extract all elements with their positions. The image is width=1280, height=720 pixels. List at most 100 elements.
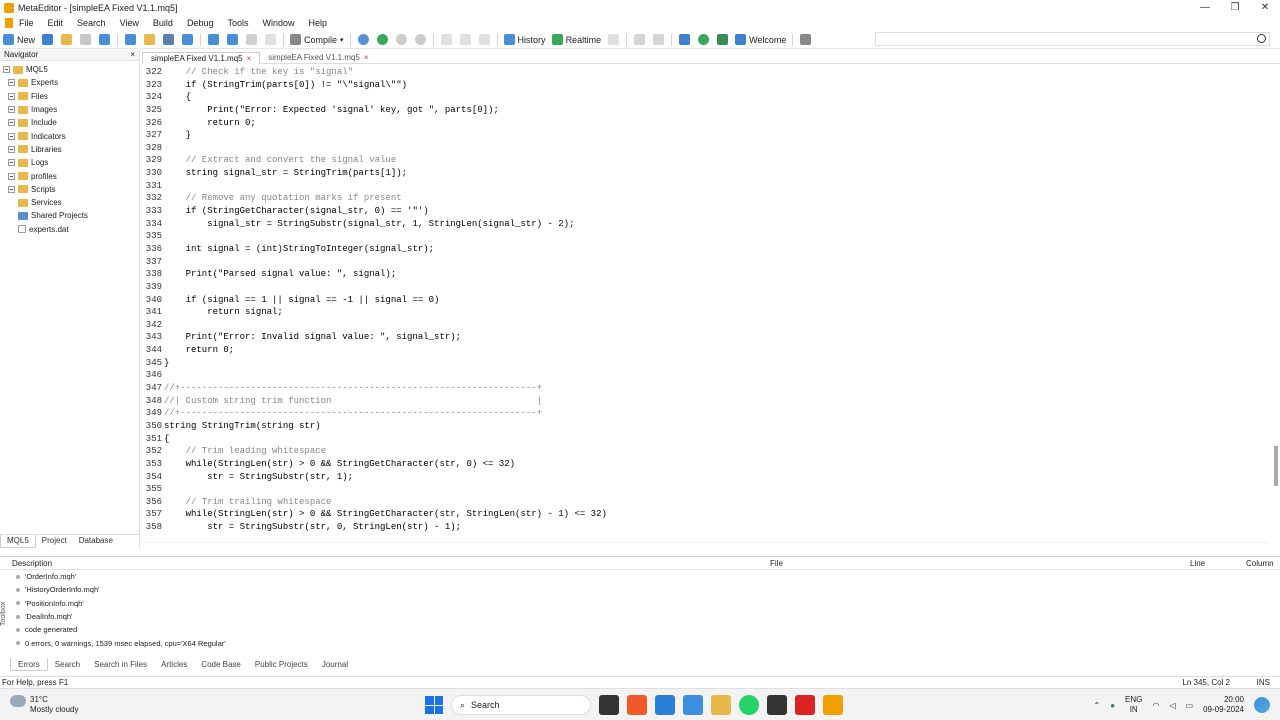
toolbox-toggle-icon[interactable] <box>144 34 156 45</box>
tab-articles[interactable]: Articles <box>154 658 194 671</box>
code-line[interactable]: 349//+----------------------------------… <box>142 407 1268 420</box>
history-button[interactable]: History <box>501 32 549 48</box>
close-tab-icon[interactable]: × <box>247 54 252 63</box>
brave-browser-icon[interactable] <box>627 695 647 715</box>
expand-icon[interactable] <box>8 159 15 167</box>
code-line[interactable]: 345} <box>142 357 1268 370</box>
copy-icon[interactable] <box>634 34 646 45</box>
tab-code-base[interactable]: Code Base <box>194 658 248 671</box>
pdf-reader-icon[interactable] <box>795 695 815 715</box>
styler-icon[interactable] <box>163 34 175 45</box>
welcome-button[interactable]: Welcome <box>732 32 789 48</box>
metaeditor-taskbar-icon[interactable] <box>823 695 843 715</box>
tab-search-in-files[interactable]: Search in Files <box>87 658 154 671</box>
expand-icon[interactable] <box>8 172 15 180</box>
editor-tab[interactable]: simpleEA Fixed V1.1.mq5 × <box>260 52 376 64</box>
code-line[interactable]: 332 // Remove any quotation marks if pre… <box>142 192 1268 205</box>
expand-icon[interactable] <box>8 132 15 140</box>
tree-item-profiles[interactable]: profiles <box>0 169 139 182</box>
code-text[interactable]: Print("Parsed signal value: ", signal); <box>164 268 397 281</box>
stop-profiling-icon[interactable] <box>608 34 620 45</box>
code-text[interactable]: // Remove any quotation marks if present <box>164 192 402 205</box>
taskbar-search[interactable]: ⌕ Search <box>451 695 591 715</box>
start-real-data-icon[interactable] <box>376 34 388 45</box>
menu-view[interactable]: View <box>120 18 139 28</box>
list-names-icon[interactable] <box>208 34 220 45</box>
code-line[interactable]: 328 <box>142 142 1268 155</box>
volume-icon[interactable]: ◁ <box>1169 701 1175 710</box>
code-text[interactable]: int signal = (int)StringToInteger(signal… <box>164 243 434 256</box>
column-column[interactable]: Column <box>1246 559 1274 568</box>
wifi-icon[interactable]: ◠ <box>1152 701 1159 710</box>
message-row[interactable]: 'DealInfo.mqh' <box>0 610 1280 623</box>
code-text[interactable]: return signal; <box>164 306 283 319</box>
search-input[interactable] <box>875 32 1270 46</box>
code-text[interactable]: signal_str = StringSubstr(signal_str, 1,… <box>164 218 574 231</box>
tree-item-files[interactable]: Files <box>0 90 139 103</box>
arrow-left-icon[interactable] <box>246 34 258 45</box>
chevron-up-icon[interactable]: ⌃ <box>1093 701 1100 710</box>
code-text[interactable]: } <box>164 357 169 370</box>
tab-public-projects[interactable]: Public Projects <box>248 658 315 671</box>
code-text[interactable]: while(StringLen(str) > 0 && StringGetCha… <box>164 458 515 471</box>
tab-search[interactable]: Search <box>48 658 87 671</box>
code-line[interactable]: 338 Print("Parsed signal value: ", signa… <box>142 268 1268 281</box>
code-line[interactable]: 326 return 0; <box>142 117 1268 130</box>
step-into-icon[interactable] <box>440 34 452 45</box>
community-icon[interactable] <box>698 34 710 45</box>
menu-edit[interactable]: Edit <box>48 18 64 28</box>
code-line[interactable]: 346 <box>142 369 1268 382</box>
tree-item-experts[interactable]: Experts <box>0 76 139 89</box>
code-text[interactable]: Print("Error: Expected 'signal' key, got… <box>164 104 499 117</box>
code-line[interactable]: 352 // Trim leading whitespace <box>142 445 1268 458</box>
step-over-icon[interactable] <box>459 34 471 45</box>
column-file[interactable]: File <box>770 559 1190 568</box>
code-line[interactable]: 356 // Trim trailing whitespace <box>142 496 1268 509</box>
compile-button[interactable]: Compile ▾ <box>287 32 347 48</box>
code-line[interactable]: 325 Print("Error: Expected 'signal' key,… <box>142 104 1268 117</box>
code-editor[interactable]: 322 // Check if the key is "signal" 323 i… <box>142 66 1268 540</box>
tree-item-mql5[interactable]: MQL5 <box>0 63 139 76</box>
code-text[interactable]: string StringTrim(string str) <box>164 420 321 433</box>
code-text[interactable]: if (StringTrim(parts[0]) != "\"signal\""… <box>164 79 407 92</box>
tree-item-images[interactable]: Images <box>0 103 139 116</box>
code-line[interactable]: 353 while(StringLen(str) > 0 && StringGe… <box>142 458 1268 471</box>
tab-database[interactable]: Database <box>73 535 119 548</box>
navigator-toggle-icon[interactable] <box>125 34 137 45</box>
new-button[interactable]: New <box>0 32 38 48</box>
code-line[interactable]: 324 { <box>142 91 1268 104</box>
pen-icon[interactable] <box>679 34 691 45</box>
forward-icon[interactable] <box>99 34 111 45</box>
code-line[interactable]: 323 if (StringTrim(parts[0]) != "\"signa… <box>142 79 1268 92</box>
code-text[interactable]: // Check if the key is "signal" <box>164 66 353 79</box>
code-text[interactable]: while(StringLen(str) > 0 && StringGetCha… <box>164 508 607 521</box>
language-indicator[interactable]: ENG IN <box>1125 695 1142 715</box>
collapse-icon[interactable] <box>3 66 10 74</box>
terminal-icon[interactable] <box>767 695 787 715</box>
navigator-close-icon[interactable]: × <box>130 50 135 60</box>
tree-item-experts-dat[interactable]: experts.dat <box>0 223 139 236</box>
menu-file[interactable]: File <box>19 18 34 28</box>
code-text[interactable]: } <box>164 129 191 142</box>
task-view-icon[interactable] <box>599 695 619 715</box>
tree-item-scripts[interactable]: Scripts <box>0 183 139 196</box>
editor-vertical-scrollbar[interactable] <box>1272 66 1280 540</box>
menu-debug[interactable]: Debug <box>187 18 214 28</box>
code-text[interactable]: // Extract and convert the signal value <box>164 154 397 167</box>
battery-icon[interactable]: ▭ <box>1186 701 1194 710</box>
step-out-icon[interactable] <box>478 34 490 45</box>
menu-build[interactable]: Build <box>153 18 173 28</box>
tab-journal[interactable]: Journal <box>315 658 355 671</box>
menu-help[interactable]: Help <box>309 18 328 28</box>
vscode-icon[interactable] <box>655 695 675 715</box>
todo-icon[interactable] <box>683 695 703 715</box>
code-line[interactable]: 331 <box>142 180 1268 193</box>
code-text[interactable]: return 0; <box>164 117 256 130</box>
new-project-icon[interactable] <box>42 34 54 45</box>
close-button[interactable]: ✕ <box>1250 0 1280 15</box>
code-line[interactable]: 357 while(StringLen(str) > 0 && StringGe… <box>142 508 1268 521</box>
function-icon[interactable] <box>227 34 239 45</box>
message-row[interactable]: code generated <box>0 623 1280 636</box>
code-line[interactable]: 329 // Extract and convert the signal va… <box>142 154 1268 167</box>
windows-start-icon[interactable] <box>425 696 443 714</box>
